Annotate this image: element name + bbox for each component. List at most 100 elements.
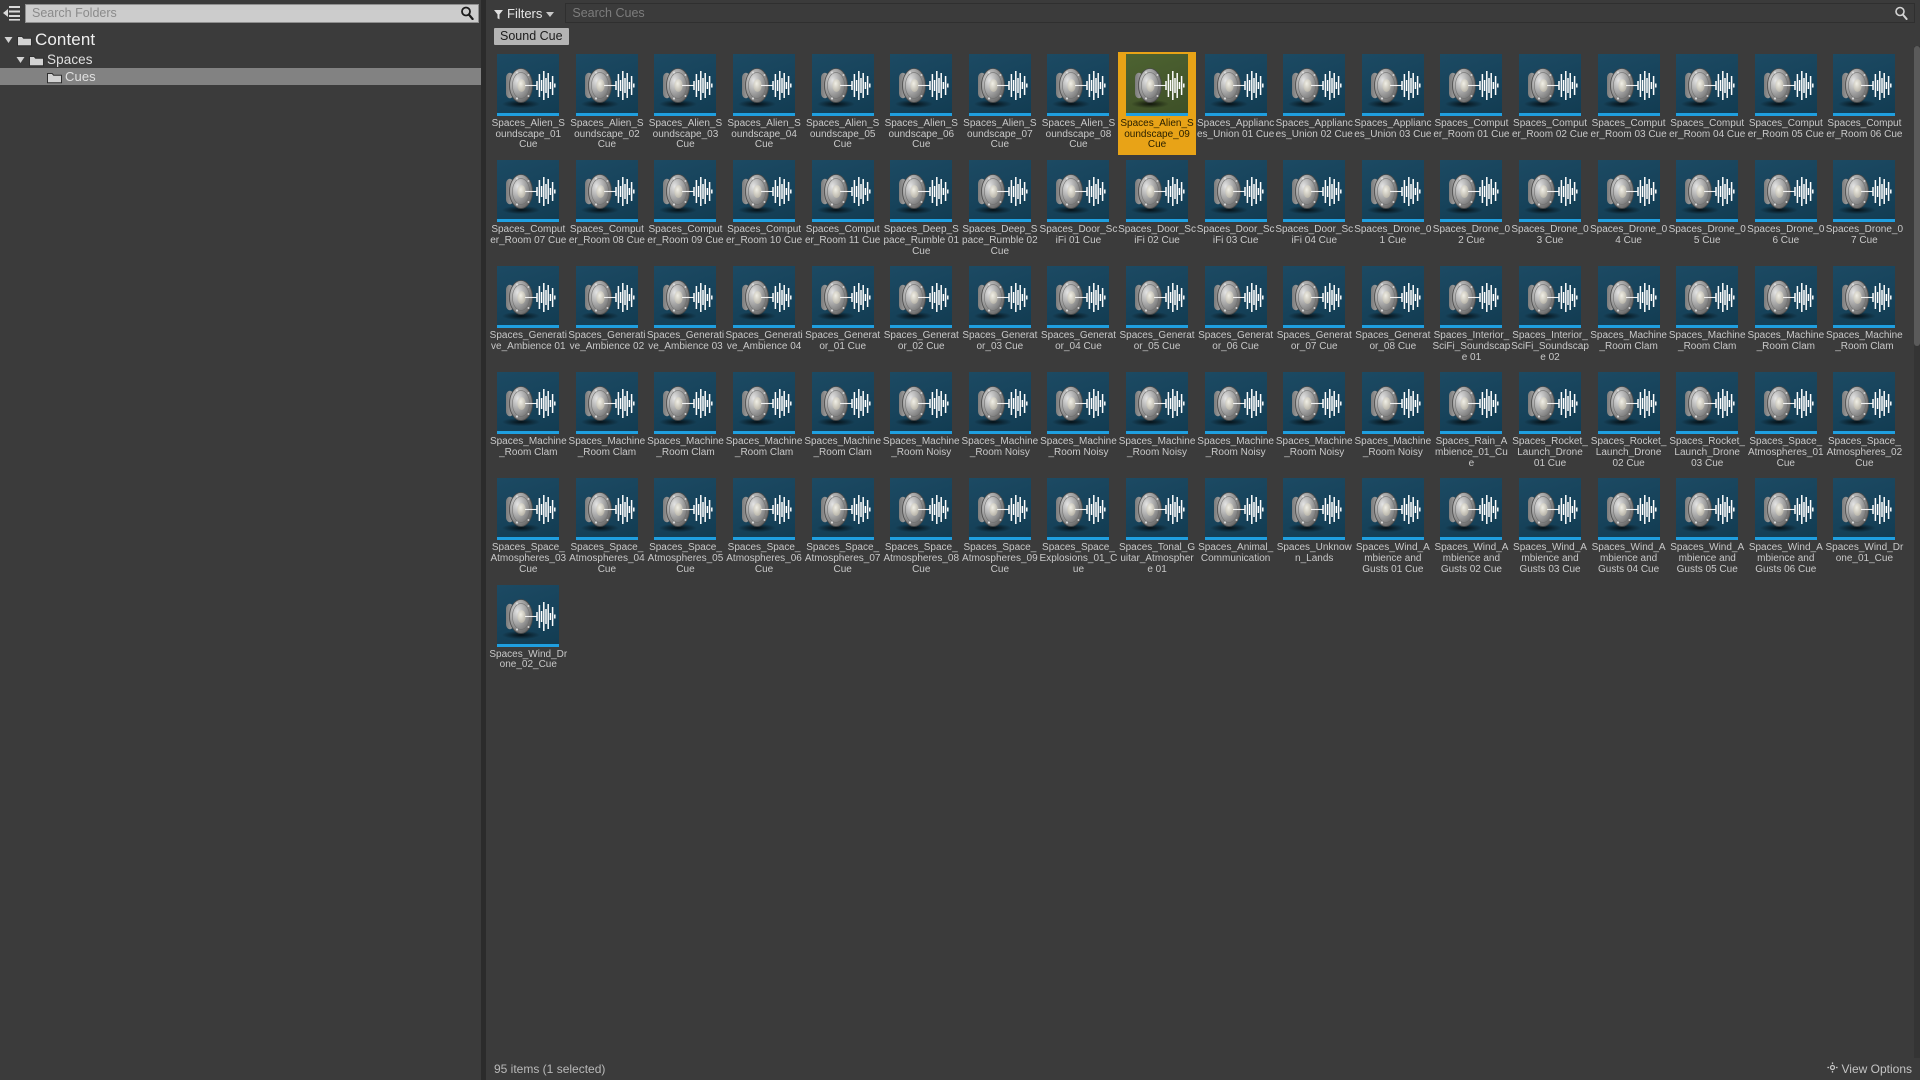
asset-tile[interactable]: Spaces_Generative_Ambience 01 — [489, 264, 568, 367]
asset-tile[interactable]: Spaces_Space_Atmospheres_07 Cue — [803, 476, 882, 579]
asset-tile[interactable]: Spaces_Generator_05 Cue — [1118, 264, 1197, 367]
asset-tile[interactable]: Spaces_Drone_06 Cue — [1747, 158, 1826, 261]
asset-tile[interactable]: Spaces_Generator_08 Cue — [1354, 264, 1433, 367]
asset-tile[interactable]: Spaces_Machine_Room Noisy — [1354, 370, 1433, 473]
asset-tile[interactable]: Spaces_Generative_Ambience 04 — [725, 264, 804, 367]
asset-tile[interactable]: Spaces_Drone_05 Cue — [1668, 158, 1747, 261]
asset-tile[interactable]: Spaces_Machine_Room Noisy — [1196, 370, 1275, 473]
asset-tile[interactable]: Spaces_Drone_04 Cue — [1589, 158, 1668, 261]
asset-tile[interactable]: Spaces_Generator_07 Cue — [1275, 264, 1354, 367]
asset-tile[interactable]: Spaces_Machine_Room Clam — [568, 370, 647, 473]
asset-tile[interactable]: Spaces_Space_Atmospheres_02 Cue — [1825, 370, 1904, 473]
asset-tile[interactable]: Spaces_Machine_Room Noisy — [961, 370, 1040, 473]
asset-tile[interactable]: Spaces_Drone_02 Cue — [1432, 158, 1511, 261]
asset-tile[interactable]: Spaces_Space_Atmospheres_06 Cue — [725, 476, 804, 579]
asset-tile[interactable]: Spaces_Computer_Room 04 Cue — [1668, 52, 1747, 155]
asset-tile[interactable]: Spaces_Machine_Room Noisy — [1275, 370, 1354, 473]
asset-tile[interactable]: Spaces_Computer_Room 09 Cue — [646, 158, 725, 261]
asset-grid-container[interactable]: Spaces_Alien_Soundscape_01 Cue Spaces_Ali… — [486, 46, 1920, 1080]
asset-tile[interactable]: Spaces_Space_Atmospheres_01 Cue — [1747, 370, 1826, 473]
search-icon[interactable] — [1894, 6, 1908, 20]
folder-tree-item-cues[interactable]: Cues — [0, 68, 481, 85]
asset-tile[interactable]: Spaces_Alien_Soundscape_04 Cue — [725, 52, 804, 155]
asset-tile[interactable]: Spaces_Wind_Ambience and Gusts 05 Cue — [1668, 476, 1747, 579]
asset-tile[interactable]: Spaces_Generator_01 Cue — [803, 264, 882, 367]
asset-tile[interactable]: Spaces_Space_Explosions_01_Cue — [1039, 476, 1118, 579]
asset-tile[interactable]: Spaces_Interior_SciFi_Soundscape 01 — [1432, 264, 1511, 367]
asset-tile[interactable]: Spaces_Generator_02 Cue — [882, 264, 961, 367]
asset-tile[interactable]: Spaces_Rain_Ambience_01_Cue — [1432, 370, 1511, 473]
asset-tile[interactable]: Spaces_Space_Atmospheres_09 Cue — [961, 476, 1040, 579]
asset-tile[interactable]: Spaces_Alien_Soundscape_08 Cue — [1039, 52, 1118, 155]
asset-tile[interactable]: Spaces_Wind_Drone_02_Cue — [489, 583, 568, 675]
asset-tile[interactable]: Spaces_Generative_Ambience 03 — [646, 264, 725, 367]
folder-search-input[interactable]: Search Folders — [25, 3, 479, 23]
asset-tile[interactable]: Spaces_Door_SciFi 02 Cue — [1118, 158, 1197, 261]
asset-tile[interactable]: Spaces_Door_SciFi 03 Cue — [1196, 158, 1275, 261]
asset-grid-scrollbar-thumb[interactable] — [1914, 46, 1920, 346]
asset-tile[interactable]: Spaces_Computer_Room 05 Cue — [1747, 52, 1826, 155]
asset-tile[interactable]: Spaces_Appliances_Union 03 Cue — [1354, 52, 1433, 155]
tree-collapse-icon[interactable] — [2, 3, 22, 23]
asset-tile[interactable]: Spaces_Machine_Room Noisy — [882, 370, 961, 473]
asset-tile[interactable]: Spaces_Machine_Room Clam — [725, 370, 804, 473]
asset-tile[interactable]: Spaces_Machine_Room Clam — [646, 370, 725, 473]
asset-tile[interactable]: Spaces_Alien_Soundscape_01 Cue — [489, 52, 568, 155]
asset-tile[interactable]: Spaces_Deep_Space_Rumble 02 Cue — [961, 158, 1040, 261]
asset-tile[interactable]: Spaces_Computer_Room 07 Cue — [489, 158, 568, 261]
asset-tile[interactable]: Spaces_Generative_Ambience 02 — [568, 264, 647, 367]
folder-tree-item-content[interactable]: Content — [0, 29, 481, 51]
asset-tile[interactable]: Spaces_Wind_Ambience and Gusts 01 Cue — [1354, 476, 1433, 579]
asset-tile[interactable]: Spaces_Wind_Ambience and Gusts 03 Cue — [1511, 476, 1590, 579]
asset-tile[interactable]: Spaces_Space_Atmospheres_04 Cue — [568, 476, 647, 579]
asset-tile[interactable]: Spaces_Space_Atmospheres_05 Cue — [646, 476, 725, 579]
asset-search-input[interactable]: Search Cues — [565, 3, 1915, 23]
asset-tile[interactable]: Spaces_Machine_Room Clam — [489, 370, 568, 473]
asset-tile[interactable]: Spaces_Machine_Room Clam — [1668, 264, 1747, 367]
asset-tile[interactable]: Spaces_Drone_07 Cue — [1825, 158, 1904, 261]
asset-tile[interactable]: Spaces_Drone_01 Cue — [1354, 158, 1433, 261]
asset-tile[interactable]: Spaces_Rocket_Launch_Drone 03 Cue — [1668, 370, 1747, 473]
asset-tile[interactable]: Spaces_Computer_Room 01 Cue — [1432, 52, 1511, 155]
asset-tile[interactable]: Spaces_Wind_Ambience and Gusts 04 Cue — [1589, 476, 1668, 579]
asset-tile[interactable]: Spaces_Generator_04 Cue — [1039, 264, 1118, 367]
asset-tile[interactable]: Spaces_Machine_Room Noisy — [1039, 370, 1118, 473]
asset-tile[interactable]: Spaces_Machine_Room Clam — [1825, 264, 1904, 367]
asset-tile[interactable]: Spaces_Space_Atmospheres_03 Cue — [489, 476, 568, 579]
asset-tile[interactable]: Spaces_Computer_Room 11 Cue — [803, 158, 882, 261]
search-icon[interactable] — [460, 6, 474, 21]
asset-tile[interactable]: Spaces_Machine_Room Clam — [1589, 264, 1668, 367]
asset-tile[interactable]: Spaces_Animal_Communication — [1196, 476, 1275, 579]
asset-tile[interactable]: Spaces_Alien_Soundscape_02 Cue — [568, 52, 647, 155]
asset-tile[interactable]: Spaces_Machine_Room Clam — [1747, 264, 1826, 367]
asset-tile[interactable]: Spaces_Deep_Space_Rumble 01 Cue — [882, 158, 961, 261]
asset-tile[interactable]: Spaces_Door_SciFi 04 Cue — [1275, 158, 1354, 261]
asset-tile[interactable]: Spaces_Wind_Ambience and Gusts 06 Cue — [1747, 476, 1826, 579]
asset-tile[interactable]: Spaces_Computer_Room 03 Cue — [1589, 52, 1668, 155]
twisty-expanded-icon[interactable] — [4, 35, 14, 45]
twisty-expanded-icon[interactable] — [16, 55, 26, 65]
filters-button[interactable]: Filters — [489, 3, 559, 23]
asset-tile[interactable]: Spaces_Space_Atmospheres_08 Cue — [882, 476, 961, 579]
asset-tile[interactable]: Spaces_Computer_Room 02 Cue — [1511, 52, 1590, 155]
asset-tile[interactable]: Spaces_Computer_Room 06 Cue — [1825, 52, 1904, 155]
asset-tile[interactable]: Spaces_Machine_Room Clam — [803, 370, 882, 473]
asset-tile[interactable]: Spaces_Rocket_Launch_Drone 02 Cue — [1589, 370, 1668, 473]
asset-tile-selected[interactable]: Spaces_Alien_Soundscape_09 Cue — [1117, 52, 1197, 156]
asset-tile[interactable]: Spaces_Unknown_Lands — [1275, 476, 1354, 579]
asset-tile[interactable]: Spaces_Door_SciFi 01 Cue — [1039, 158, 1118, 261]
asset-tile[interactable]: Spaces_Wind_Drone_01_Cue — [1825, 476, 1904, 579]
asset-tile[interactable]: Spaces_Wind_Ambience and Gusts 02 Cue — [1432, 476, 1511, 579]
asset-tile[interactable]: Spaces_Appliances_Union 02 Cue — [1275, 52, 1354, 155]
filter-chip-sound-cue[interactable]: Sound Cue — [494, 27, 569, 45]
asset-tile[interactable]: Spaces_Alien_Soundscape_07 Cue — [961, 52, 1040, 155]
asset-tile[interactable]: Spaces_Rocket_Launch_Drone 01 Cue — [1511, 370, 1590, 473]
asset-tile[interactable]: Spaces_Generator_03 Cue — [961, 264, 1040, 367]
asset-grid-scrollbar[interactable] — [1914, 46, 1920, 1058]
asset-tile[interactable]: Spaces_Interior_SciFi_Soundscape 02 — [1511, 264, 1590, 367]
asset-tile[interactable]: Spaces_Alien_Soundscape_03 Cue — [646, 52, 725, 155]
asset-tile[interactable]: Spaces_Tonal_Guitar_Atmosphere 01 — [1118, 476, 1197, 579]
view-options-button[interactable]: View Options — [1826, 1062, 1912, 1076]
asset-tile[interactable]: Spaces_Machine_Room Noisy — [1118, 370, 1197, 473]
asset-tile[interactable]: Spaces_Computer_Room 10 Cue — [725, 158, 804, 261]
